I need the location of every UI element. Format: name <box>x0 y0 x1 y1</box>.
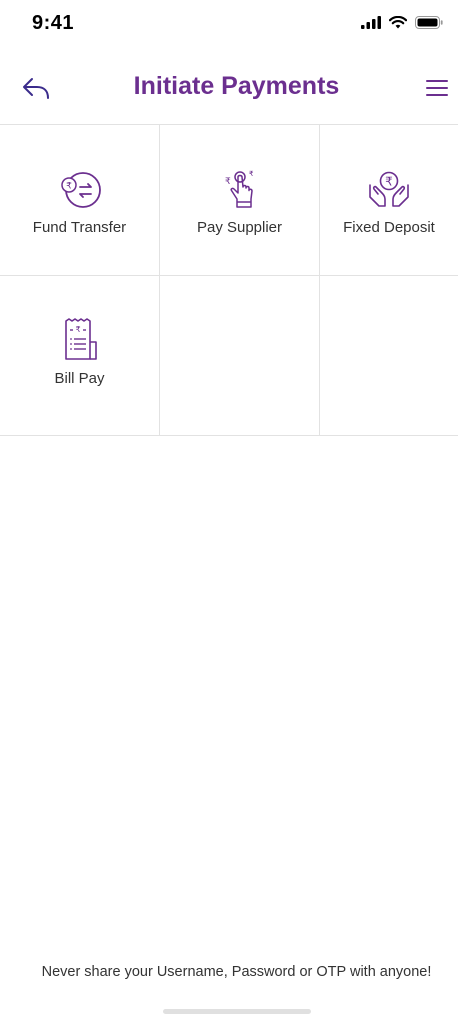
payment-options-grid: ₹ Fund Transfer ₹ ₹ Pay Supplier ₹ Fixed… <box>0 124 458 436</box>
fixed-deposit-label: Fixed Deposit <box>343 219 435 236</box>
home-indicator[interactable] <box>163 1009 311 1014</box>
fixed-deposit-tile[interactable]: ₹ Fixed Deposit <box>320 125 458 275</box>
hamburger-menu-icon <box>426 80 448 96</box>
svg-text:₹: ₹ <box>385 175 393 189</box>
empty-tile <box>160 276 320 435</box>
wifi-icon <box>389 16 407 29</box>
cellular-signal-icon <box>361 16 381 29</box>
svg-text:₹: ₹ <box>66 182 72 192</box>
empty-tile <box>320 276 458 435</box>
grid-row: ₹ Bill Pay <box>0 276 458 436</box>
hand-tap-rupee-icon: ₹ ₹ <box>216 165 264 213</box>
rupee-transfer-icon: ₹ <box>56 165 104 213</box>
svg-text:₹: ₹ <box>225 177 231 187</box>
bill-pay-label: Bill Pay <box>54 370 105 387</box>
status-time: 9:41 <box>32 12 75 34</box>
svg-text:₹: ₹ <box>249 170 254 178</box>
receipt-icon: ₹ <box>56 316 104 364</box>
fund-transfer-label: Fund Transfer <box>32 219 127 236</box>
bill-pay-tile[interactable]: ₹ Bill Pay <box>0 276 160 435</box>
grid-row: ₹ Fund Transfer ₹ ₹ Pay Supplier ₹ Fixed… <box>0 125 458 276</box>
pay-supplier-tile[interactable]: ₹ ₹ Pay Supplier <box>160 125 320 275</box>
page-title: Initiate Payments <box>133 72 340 100</box>
hands-rupee-coin-icon: ₹ <box>365 165 413 213</box>
status-icons <box>361 16 443 29</box>
pay-supplier-label: Pay Supplier <box>196 219 283 236</box>
status-bar: 9:41 <box>0 0 473 50</box>
fund-transfer-tile[interactable]: ₹ Fund Transfer <box>0 125 160 275</box>
app-header: Initiate Payments <box>0 62 473 114</box>
battery-icon <box>415 16 443 29</box>
menu-button[interactable] <box>421 74 453 102</box>
svg-text:₹: ₹ <box>75 325 80 334</box>
security-note: Never share your Username, Password or O… <box>41 964 432 980</box>
